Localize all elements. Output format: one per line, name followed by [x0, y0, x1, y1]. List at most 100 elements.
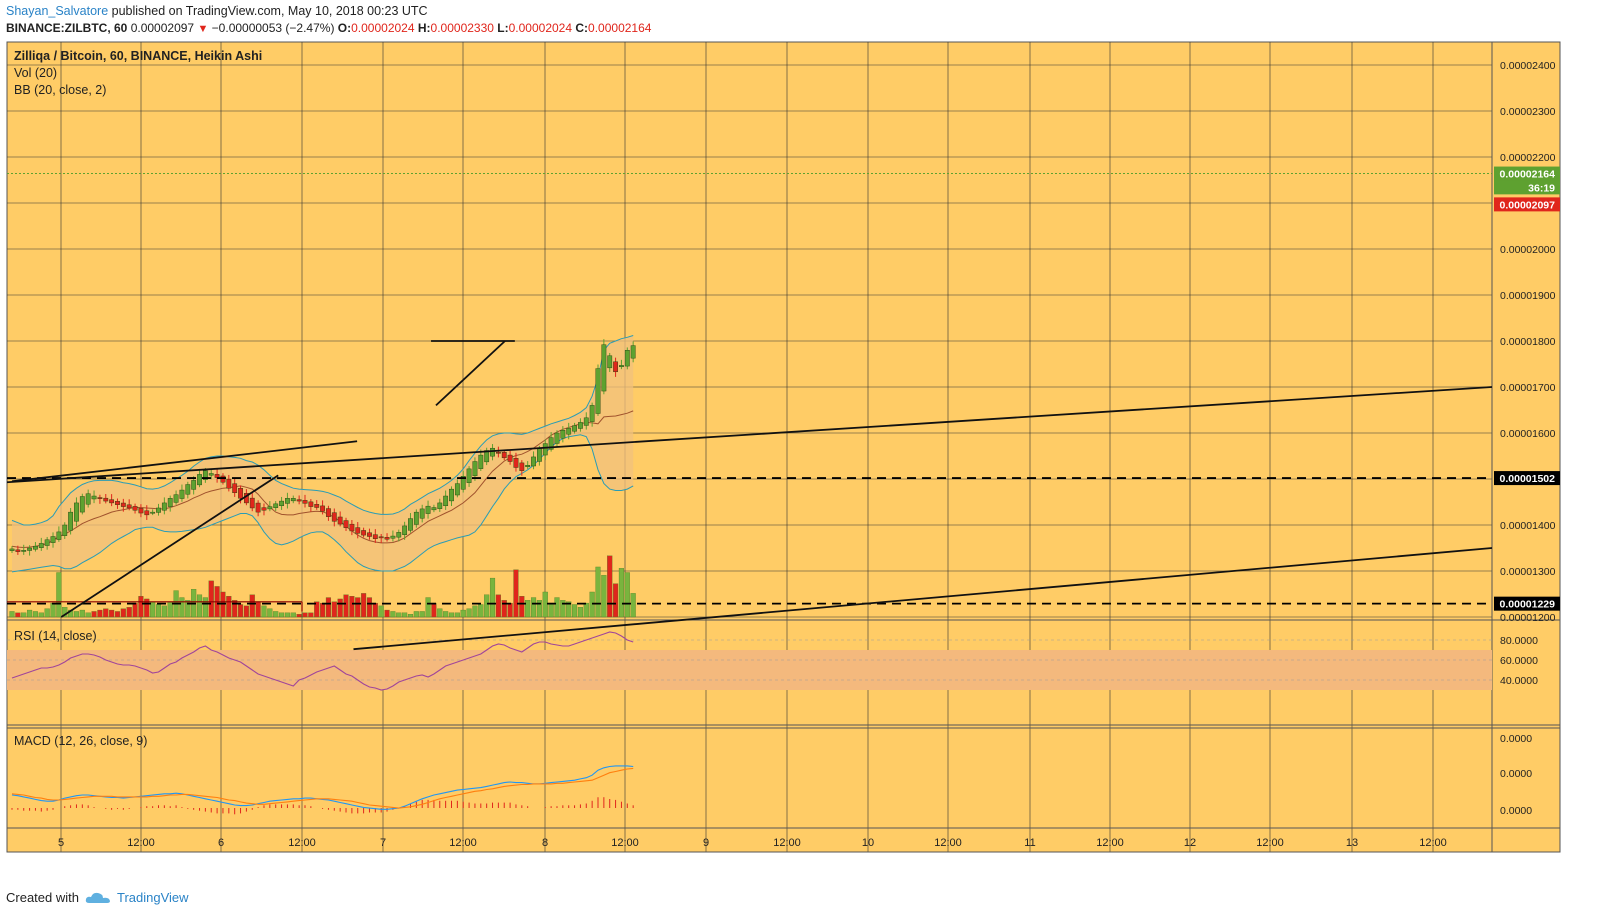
- volume-bar: [279, 612, 285, 618]
- macd-tick-label: 0.0000: [1500, 768, 1532, 780]
- time-tick-label: 12:00: [773, 837, 801, 849]
- candle-body: [56, 531, 62, 540]
- volume-bar: [44, 608, 50, 618]
- price-tick-label: 0.00002200: [1500, 152, 1556, 164]
- volume-bar: [138, 596, 144, 618]
- candle-body: [302, 500, 308, 504]
- price-tick-label: 0.00001900: [1500, 290, 1556, 302]
- candle-body: [161, 502, 167, 511]
- volume-bar: [525, 600, 531, 618]
- volume-bar: [132, 602, 138, 618]
- volume-bar: [73, 611, 80, 618]
- bb-legend: BB (20, close, 2): [14, 83, 106, 97]
- time-tick-label: 10: [862, 837, 874, 849]
- volume-bar: [97, 609, 103, 618]
- volume-bar: [554, 597, 560, 618]
- volume-bar: [343, 594, 349, 618]
- candle-body: [238, 488, 243, 499]
- price-tick-label: 0.00002000: [1500, 244, 1556, 256]
- volume-bar: [109, 609, 115, 618]
- volume-bar: [226, 596, 232, 618]
- candle-body: [449, 488, 454, 502]
- candle-body: [191, 480, 197, 490]
- price-tick-label: 0.00001800: [1500, 336, 1556, 348]
- candle-body: [91, 495, 97, 500]
- price-tag-label: 0.00002097: [1500, 199, 1556, 211]
- volume-bar: [208, 580, 214, 618]
- candle-body: [619, 365, 624, 368]
- volume-bar: [325, 597, 331, 618]
- time-tick-label: 12:00: [1419, 837, 1447, 849]
- volume-bar: [261, 605, 267, 618]
- volume-bar: [126, 607, 132, 618]
- candle-body: [290, 498, 296, 502]
- volume-bar: [85, 612, 91, 618]
- candle-body: [173, 494, 179, 503]
- volume-bar: [624, 572, 630, 618]
- rsi-tick-label: 80.0000: [1500, 635, 1538, 647]
- candle-body: [372, 534, 378, 540]
- rsi-legend: RSI (14, close): [14, 629, 97, 643]
- time-tick-label: 5: [58, 837, 64, 849]
- candle-body: [9, 548, 15, 551]
- candle-body: [197, 474, 202, 486]
- candle-body: [167, 498, 173, 507]
- volume-bar: [495, 594, 501, 618]
- volume-bar: [114, 611, 121, 618]
- candle-body: [554, 432, 560, 444]
- candle-body: [79, 496, 85, 513]
- candle-body: [279, 500, 284, 507]
- candle-body: [179, 489, 185, 499]
- candle-body: [443, 495, 449, 507]
- volume-bar: [530, 597, 537, 618]
- volume-bar: [355, 597, 361, 618]
- volume-bar: [407, 614, 414, 618]
- volume-bar: [402, 612, 408, 618]
- candle-body: [109, 499, 115, 504]
- volume-bar: [548, 602, 554, 618]
- volume-bar: [613, 583, 619, 618]
- volume-bar: [572, 604, 578, 618]
- volume-bar: [618, 568, 624, 618]
- volume-bar: [607, 555, 613, 618]
- time-tick-label: 12:00: [611, 837, 639, 849]
- volume-bar: [267, 608, 273, 618]
- candle-body: [542, 443, 548, 456]
- candle-body: [261, 507, 267, 511]
- candle-body: [132, 506, 138, 511]
- candle-body: [478, 454, 484, 469]
- candle-body: [437, 502, 443, 509]
- candle-body: [537, 448, 542, 462]
- candle-body: [226, 478, 232, 489]
- volume-bar: [249, 594, 255, 618]
- volume-bar: [32, 611, 38, 618]
- time-tick-label: 9: [703, 837, 709, 849]
- volume-bar: [443, 611, 449, 618]
- volume-bar: [179, 597, 185, 618]
- candle-body: [595, 368, 601, 414]
- candle-body: [601, 344, 607, 392]
- candle-body: [33, 545, 38, 550]
- candle-body: [507, 454, 513, 462]
- time-tick-label: 8: [542, 837, 548, 849]
- tradingview-link[interactable]: TradingView: [117, 890, 189, 905]
- time-tick-label: 12: [1184, 837, 1196, 849]
- price-tick-label: 0.00001200: [1500, 612, 1556, 624]
- volume-bar: [337, 598, 343, 618]
- macd-tick-label: 0.0000: [1500, 805, 1532, 817]
- volume-bar: [320, 602, 326, 618]
- candle-body: [402, 525, 408, 535]
- chart-area[interactable]: 0.00002400 0.00002300 0.00002200 0.00002000…: [0, 0, 1623, 885]
- created-with-text: Created with: [6, 890, 79, 905]
- candle-body: [566, 428, 572, 435]
- volume-bar: [577, 607, 583, 618]
- candle-body: [21, 550, 27, 552]
- macd-legend: MACD (12, 26, close, 9): [14, 734, 147, 748]
- price-tag-label: 0.00001502: [1500, 473, 1556, 485]
- candle-body: [185, 484, 191, 495]
- volume-bar: [519, 596, 525, 618]
- volume-bar: [489, 577, 496, 618]
- rsi-band: [7, 650, 1492, 690]
- volume-bar: [290, 612, 296, 618]
- volume-bar: [460, 609, 466, 618]
